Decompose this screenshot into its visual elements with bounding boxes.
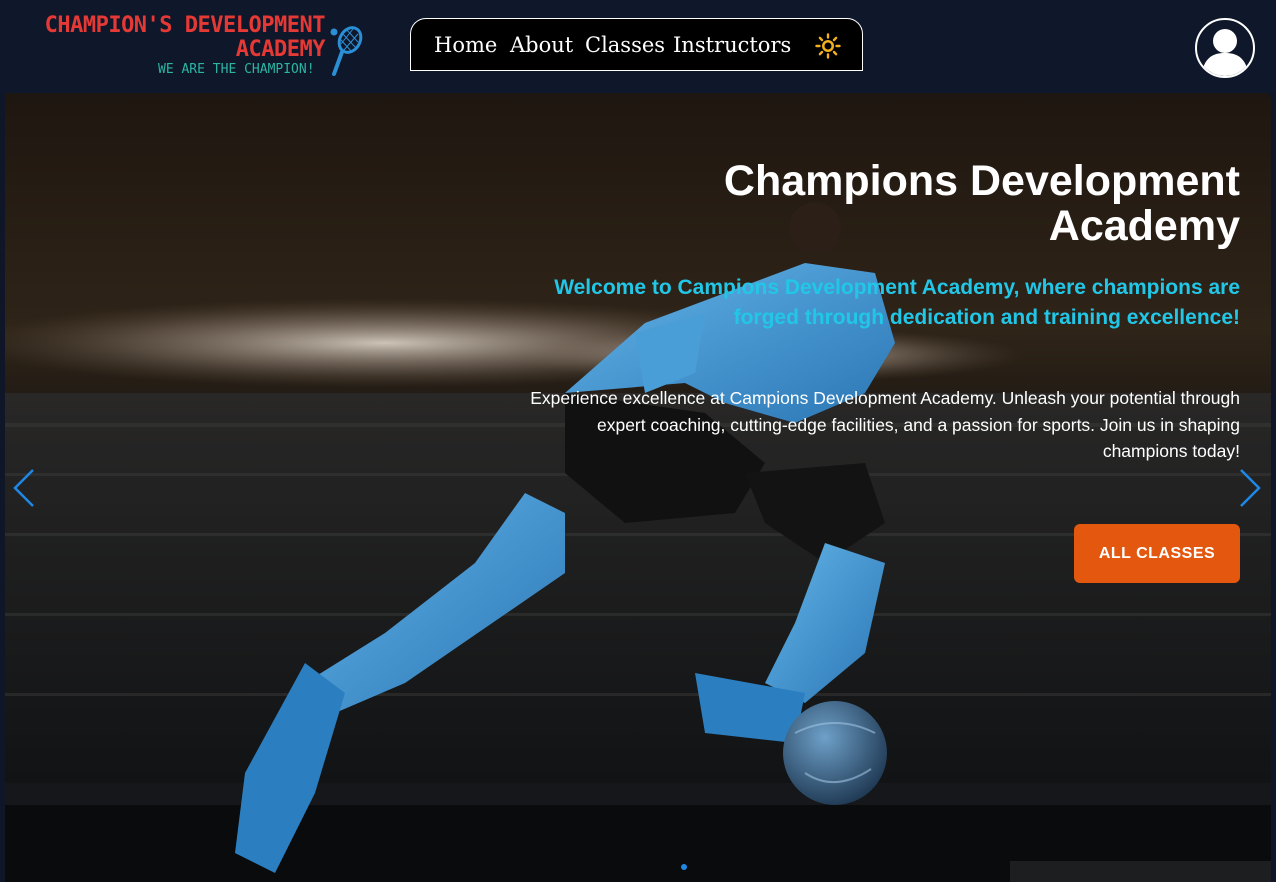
carousel-indicator-dot[interactable]	[681, 864, 687, 870]
user-avatar-icon	[1198, 21, 1252, 76]
brand-title: CHAMPION'S DEVELOPMENT ACADEMY	[10, 13, 326, 62]
hero-subtitle: Welcome to Campions Development Academy,…	[554, 276, 1240, 329]
watermark	[1010, 861, 1271, 882]
brand-title-line2: ACADEMY	[235, 37, 326, 62]
all-classes-button[interactable]: ALL CLASSES	[1074, 524, 1240, 583]
tennis-racket-icon	[330, 26, 363, 76]
chevron-right-icon[interactable]	[1237, 467, 1263, 509]
hero-title: Champions Development Academy	[723, 157, 1240, 250]
hero-description: Experience excellence at Campions Develo…	[530, 388, 1240, 461]
main-menu: Home About Classes Instructors	[410, 18, 863, 71]
chevron-left-icon[interactable]	[11, 467, 37, 509]
navbar: CHAMPION'S DEVELOPMENT ACADEMY WE ARE TH…	[0, 0, 1276, 93]
brand-title-line1: CHAMPION'S DEVELOPMENT	[44, 13, 326, 38]
user-avatar[interactable]	[1195, 18, 1255, 78]
nav-home-link[interactable]: Home	[434, 33, 497, 57]
brand-logo[interactable]: CHAMPION'S DEVELOPMENT ACADEMY WE ARE TH…	[8, 10, 363, 80]
nav-instructors-link[interactable]: Instructors	[673, 33, 791, 57]
hero-carousel: Champions Development Academy Welcome to…	[5, 93, 1271, 882]
brand-tagline: WE ARE THE CHAMPION!	[158, 62, 315, 77]
nav-classes-link[interactable]: Classes	[585, 33, 665, 57]
nav-about-link[interactable]: About	[510, 33, 573, 57]
sun-icon[interactable]	[815, 33, 841, 59]
